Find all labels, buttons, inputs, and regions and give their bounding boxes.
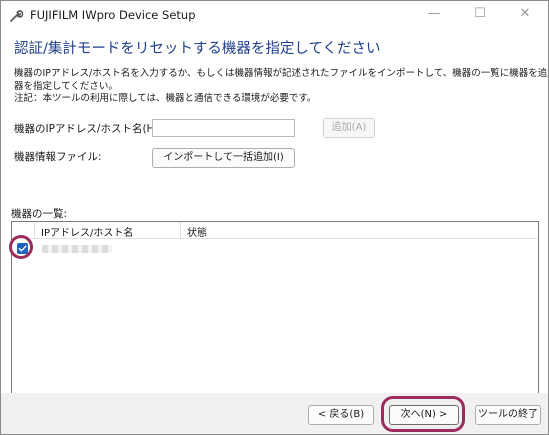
device-list-header: IPアドレス/ホスト名 状態	[12, 222, 538, 239]
maximize-button[interactable]: ☐	[457, 1, 503, 29]
next-button-highlight	[381, 396, 465, 432]
title-bar: FUJIFILM IWpro Device Setup — ☐ ✕	[1, 1, 548, 31]
exit-tool-button[interactable]: ツールの終了	[475, 405, 541, 425]
close-button[interactable]: ✕	[502, 1, 548, 29]
footer-bar: < 戻る(B) 次へ(N) > ツールの終了	[1, 393, 548, 434]
ip-address-label: 機器のIPアドレス/ホスト名(H):	[14, 123, 163, 135]
ip-address-input[interactable]	[152, 119, 295, 137]
column-separator	[180, 222, 181, 238]
device-list-label: 機器の一覧:	[11, 208, 68, 220]
description-line: 機器のIPアドレス/ホスト名を入力するか、もしくは機器情報が記述されたファイルを…	[14, 68, 548, 79]
window-title: FUJIFILM IWpro Device Setup	[30, 8, 196, 22]
blurred-device-address	[42, 245, 112, 253]
column-header-ip-host[interactable]: IPアドレス/ホスト名	[41, 224, 133, 239]
checkbox-highlight-circle	[9, 235, 33, 259]
column-separator	[34, 222, 35, 238]
minimize-button[interactable]: —	[411, 1, 457, 29]
column-header-status[interactable]: 状態	[187, 224, 207, 239]
add-button[interactable]: 追加(A)	[323, 118, 375, 138]
device-info-file-label: 機器情報ファイル:	[14, 151, 102, 163]
import-bulk-add-button[interactable]: インポートして一括追加(I)	[152, 148, 295, 168]
page-title: 認証/集計モードをリセットする機器を指定してください	[14, 41, 381, 57]
setup-window: FUJIFILM IWpro Device Setup — ☐ ✕ 認証/集計モ…	[0, 0, 549, 435]
page-description: 機器のIPアドレス/ホスト名を入力するか、もしくは機器情報が記述されたファイルを…	[14, 68, 548, 106]
wrench-icon	[9, 9, 23, 23]
description-line: 器を指定してください。	[14, 80, 118, 92]
description-line: 注記：本ツールの利用に際しては、機器と通信できる環境が必要です。	[14, 93, 317, 104]
back-button[interactable]: < 戻る(B)	[308, 405, 374, 425]
main-content: 認証/集計モードをリセットする機器を指定してください 機器のIPアドレス/ホスト…	[1, 31, 548, 431]
